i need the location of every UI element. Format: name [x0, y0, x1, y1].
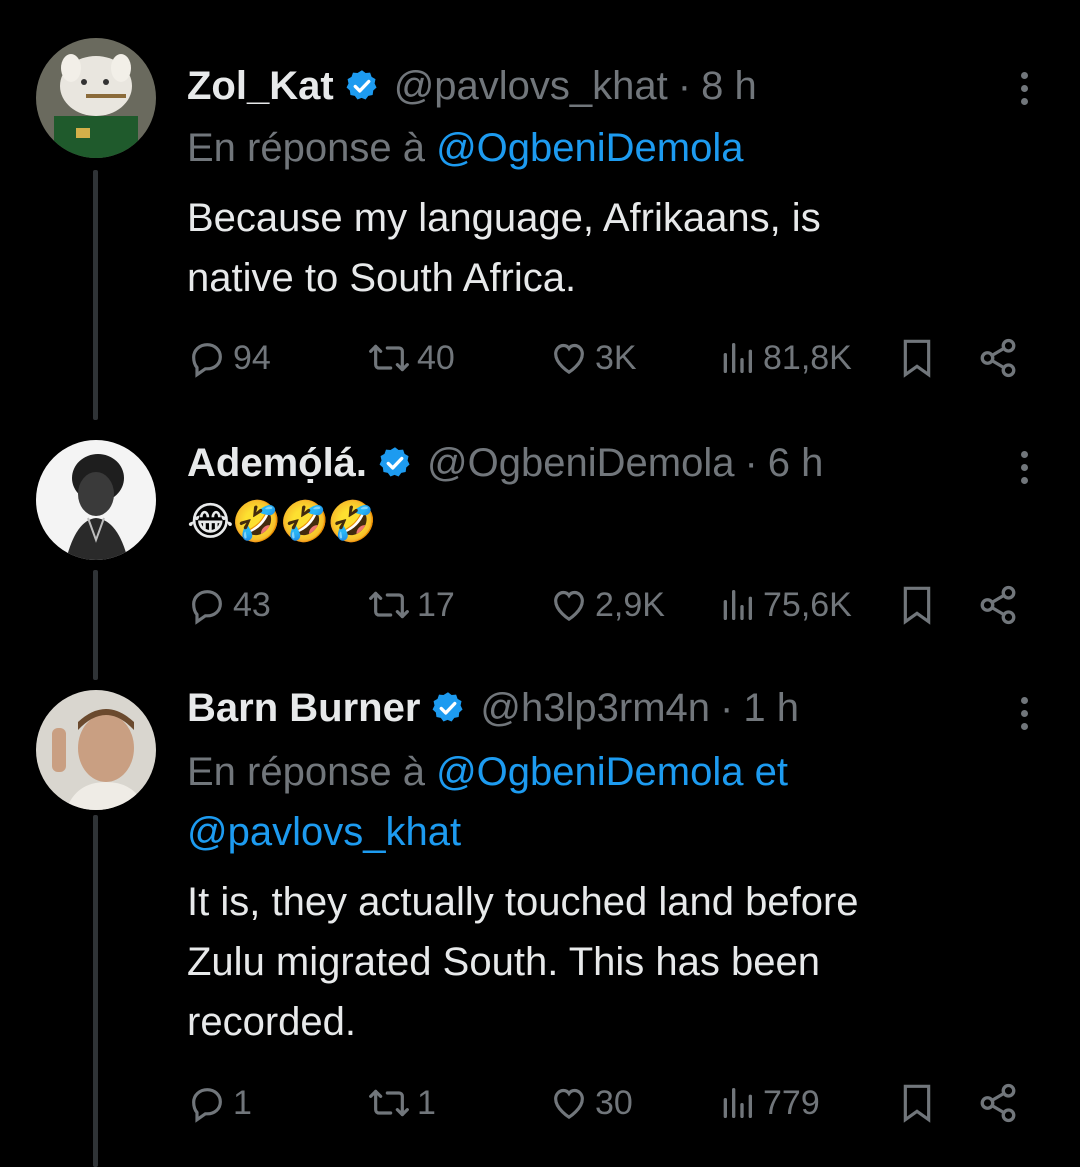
views-button[interactable]: 81,8K [717, 333, 852, 383]
reply-prefix: En réponse à [187, 126, 425, 170]
reply-context: En réponse à @OgbeniDemola et @pavlovs_k… [187, 742, 1047, 862]
reply-icon [192, 1088, 222, 1123]
tweet-text-line: recorded. [187, 1000, 356, 1044]
reply-button[interactable]: 94 [187, 333, 271, 383]
share-icon [980, 1083, 1016, 1123]
retweet-button[interactable]: 40 [367, 333, 455, 383]
bookmark-button[interactable] [897, 580, 943, 630]
avatar[interactable] [36, 38, 156, 158]
timestamp[interactable]: 6 h [768, 441, 824, 486]
like-button[interactable]: 30 [549, 1078, 633, 1128]
handle[interactable]: @OgbeniDemola [427, 441, 734, 486]
retweet-icon [369, 1089, 409, 1117]
bookmark-button[interactable] [897, 1078, 943, 1128]
tweet[interactable]: Barn Burner @h3lp3rm4n · 1 h En réponse … [0, 680, 1080, 1167]
reply-context: En réponse à @OgbeniDemola [187, 118, 1047, 178]
handle[interactable]: @h3lp3rm4n [480, 686, 710, 731]
mention-link[interactable]: @OgbeniDemola et [436, 750, 788, 794]
bookmark-icon [903, 339, 931, 378]
like-button[interactable]: 2,9K [549, 580, 665, 630]
like-icon [554, 343, 584, 375]
more-options-icon[interactable] [1004, 688, 1044, 738]
timestamp[interactable]: 1 h [743, 686, 799, 731]
mention-link[interactable]: @OgbeniDemola [436, 126, 743, 170]
timestamp[interactable]: 8 h [701, 64, 757, 109]
tweet[interactable]: Zol_Kat @pavlovs_khat · 8 h En réponse à… [0, 0, 1080, 420]
views-icon [723, 590, 752, 620]
action-bar: 1 1 30 779 [187, 1078, 1030, 1128]
reply-prefix: En réponse à [187, 750, 425, 794]
tweet-text: It is, they actually touched land before… [187, 872, 1027, 1052]
avatar[interactable] [36, 690, 156, 810]
retweet-button[interactable]: 17 [367, 580, 455, 630]
tweet-text-line: Because my language, Afrikaans, is [187, 196, 821, 240]
reply-icon [192, 343, 222, 378]
like-button[interactable]: 3K [549, 333, 637, 383]
bookmark-icon [903, 586, 931, 625]
share-button[interactable] [977, 1078, 1025, 1128]
bookmark-button[interactable] [897, 333, 943, 383]
like-count: 2,9K [595, 585, 665, 624]
mention-link[interactable]: @pavlovs_khat [187, 802, 1047, 862]
tweet-header: Barn Burner @h3lp3rm4n · 1 h [187, 680, 799, 736]
tweet-header: Zol_Kat @pavlovs_khat · 8 h [187, 58, 757, 114]
share-button[interactable] [977, 333, 1025, 383]
tweet-text-line: It is, they actually touched land before [187, 880, 859, 924]
bookmark-icon [903, 1084, 931, 1123]
views-icon [723, 343, 752, 373]
reply-count: 1 [233, 1083, 252, 1122]
retweet-count: 40 [417, 338, 455, 377]
display-name[interactable]: Ademọ́lá. [187, 441, 367, 486]
retweet-button[interactable]: 1 [367, 1078, 436, 1128]
reply-button[interactable]: 43 [187, 580, 271, 630]
separator: · [744, 440, 758, 485]
separator: · [720, 685, 734, 730]
tweet-text-line: Zulu migrated South. This has been [187, 940, 820, 984]
retweet-icon [369, 344, 409, 372]
view-count: 779 [763, 1083, 820, 1122]
reply-button[interactable]: 1 [187, 1078, 252, 1128]
verified-badge-icon [377, 445, 413, 481]
like-count: 30 [595, 1083, 633, 1122]
avatar[interactable] [36, 440, 156, 560]
retweet-count: 1 [417, 1083, 436, 1122]
like-count: 3K [595, 338, 637, 377]
action-bar: 94 40 3K 81,8K [187, 333, 1030, 383]
views-button[interactable]: 779 [717, 1078, 820, 1128]
view-count: 75,6K [763, 585, 852, 624]
share-icon [980, 338, 1016, 378]
share-button[interactable] [977, 580, 1025, 630]
display-name[interactable]: Barn Burner [187, 686, 420, 731]
tweet-text-line: native to South Africa. [187, 256, 577, 300]
reply-icon [192, 590, 222, 625]
retweet-icon [369, 591, 409, 619]
more-options-icon[interactable] [1004, 63, 1044, 113]
reply-count: 94 [233, 338, 271, 377]
like-icon [554, 590, 584, 622]
display-name[interactable]: Zol_Kat [187, 64, 334, 109]
reply-count: 43 [233, 585, 271, 624]
views-button[interactable]: 75,6K [717, 580, 852, 630]
view-count: 81,8K [763, 338, 852, 377]
like-icon [554, 1088, 584, 1120]
share-icon [980, 585, 1016, 625]
verified-badge-icon [344, 68, 380, 104]
more-options-icon[interactable] [1004, 442, 1044, 492]
views-icon [723, 1088, 752, 1118]
tweet[interactable]: Ademọ́lá. @OgbeniDemola · 6 h 😂🤣🤣🤣 43 17… [0, 420, 1080, 680]
tweet-text: Because my language, Afrikaans, is nativ… [187, 188, 1027, 308]
retweet-count: 17 [417, 585, 455, 624]
handle[interactable]: @pavlovs_khat [394, 64, 668, 109]
separator: · [677, 63, 692, 108]
verified-badge-icon [430, 690, 466, 726]
tweet-text-line: 😂🤣🤣🤣 [187, 500, 377, 544]
tweet-text: 😂🤣🤣🤣 [187, 492, 1027, 552]
action-bar: 43 17 2,9K 75,6K [187, 580, 1030, 630]
tweet-header: Ademọ́lá. @OgbeniDemola · 6 h [187, 435, 823, 491]
